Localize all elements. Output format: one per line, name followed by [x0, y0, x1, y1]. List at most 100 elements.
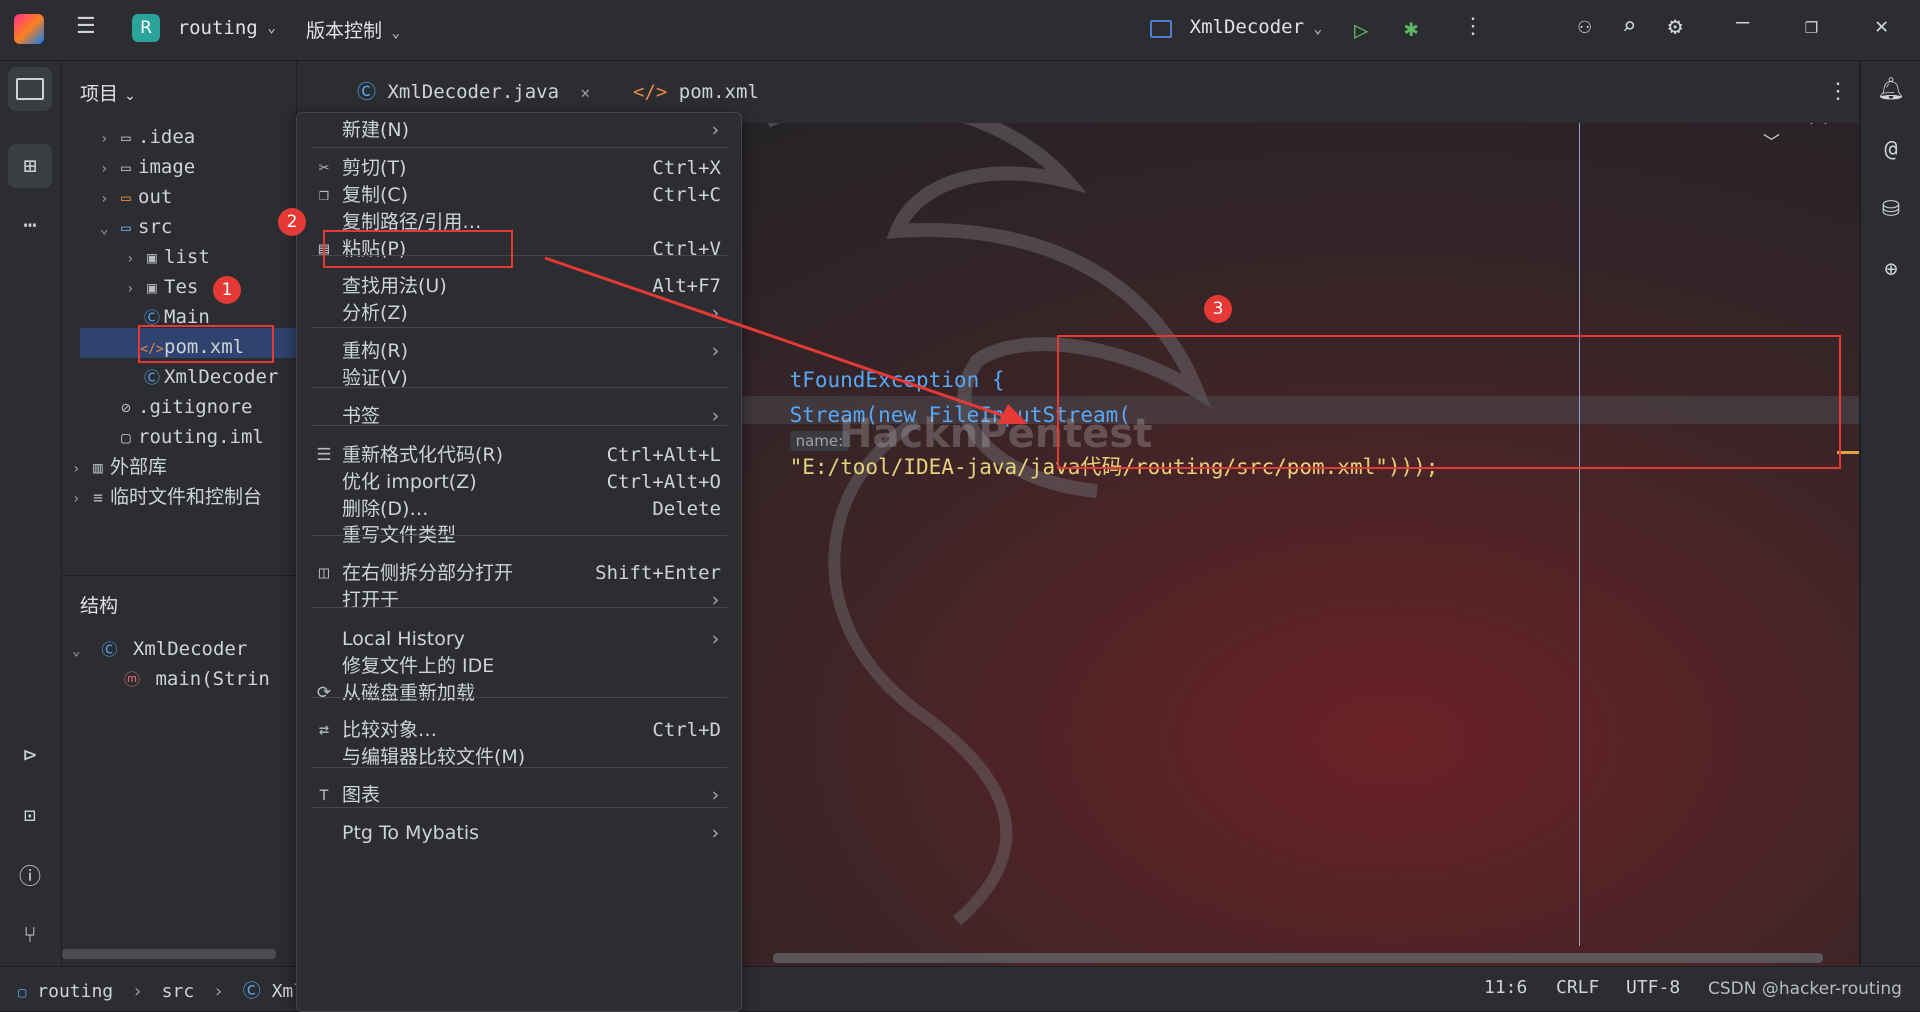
web-button[interactable]: ⊕: [1869, 247, 1913, 291]
menu-item[interactable]: 书签 ›: [307, 400, 731, 433]
run-config-icon: [1150, 19, 1172, 38]
close-icon[interactable]: ✕: [581, 83, 591, 102]
tree-item[interactable]: › ▭ .idea: [100, 122, 195, 152]
menu-separator: [311, 807, 727, 808]
debug-icon[interactable]: ✱: [1404, 14, 1418, 42]
menu-item-icon: ⟳: [316, 683, 332, 703]
tree-item[interactable]: ⌄ ▭ src: [100, 212, 172, 242]
bell-icon: 🔔︎: [1877, 76, 1905, 102]
menu-item-shortcut: Ctrl+V: [652, 238, 721, 260]
main-menu-icon[interactable]: ☰: [76, 14, 96, 39]
project-panel-header[interactable]: 项目 ⌄: [80, 79, 136, 106]
menu-item[interactable]: 与编辑器比较文件(M): [307, 741, 731, 774]
line-separator[interactable]: CRLF: [1556, 977, 1599, 998]
run-icon[interactable]: ▷: [1354, 16, 1368, 44]
right-tool-strip: 🔔︎ @ ⛁ ⊕: [1860, 61, 1920, 966]
horizontal-scrollbar[interactable]: [62, 949, 276, 959]
services-tool-button[interactable]: ⊳: [8, 733, 52, 777]
tree-item[interactable]: ▢ routing.iml: [114, 422, 264, 452]
annotation-box-code-path: [1057, 335, 1841, 469]
package-icon: ▣: [147, 278, 157, 297]
chevron-right-icon: ›: [709, 405, 721, 427]
tree-item[interactable]: Ⓒ XmlDecoder: [140, 362, 278, 392]
run-config-widget[interactable]: XmlDecoder ⌄: [1150, 16, 1322, 38]
tree-item[interactable]: ⊘ .gitignore: [114, 392, 252, 422]
run-config-name: XmlDecoder: [1189, 16, 1305, 38]
project-tool-button[interactable]: [8, 67, 52, 111]
chevron-right-icon[interactable]: ›: [100, 124, 114, 154]
tree-item[interactable]: Ⓒ Main: [140, 302, 210, 332]
tree-item[interactable]: › ▭ out: [100, 182, 172, 212]
git-tool-button[interactable]: ⑂: [8, 913, 52, 957]
menu-item-label: 打开于: [342, 589, 400, 611]
file-encoding[interactable]: UTF-8: [1626, 977, 1680, 998]
notifications-button[interactable]: 🔔︎: [1869, 67, 1913, 111]
close-icon[interactable]: ✕: [1875, 14, 1888, 39]
project-name: routing: [177, 17, 258, 39]
tree-item[interactable]: › ▣ list: [126, 242, 210, 272]
search-icon[interactable]: ⌕: [1622, 12, 1636, 40]
structure-item-class[interactable]: ⌄ Ⓒ XmlDecoder: [72, 634, 247, 664]
problems-tool-button[interactable]: ⓘ: [8, 853, 52, 897]
restore-icon[interactable]: ❐: [1805, 14, 1818, 39]
xml-icon: </>: [633, 81, 668, 103]
more-icon: ⋯: [23, 212, 37, 238]
chevron-right-icon: ›: [709, 822, 721, 844]
ai-assistant-button[interactable]: @: [1869, 127, 1913, 171]
chevron-right-icon[interactable]: ›: [72, 484, 86, 514]
csdn-watermark: CSDN @hacker-routing: [1708, 979, 1902, 999]
menu-separator: [311, 767, 727, 768]
module-icon: ▢: [18, 985, 27, 1001]
menu-item[interactable]: 打开于 ›: [307, 584, 731, 617]
chevron-right-icon[interactable]: ›: [126, 274, 140, 304]
terminal-icon: ⊡: [23, 803, 37, 827]
right-margin-guide: [1579, 101, 1580, 946]
vcs-widget[interactable]: 版本控制 ⌄: [306, 16, 400, 43]
gear-icon[interactable]: ⚙: [1668, 12, 1682, 40]
tree-item[interactable]: </>pom.xml: [140, 332, 244, 362]
chevron-down-icon[interactable]: ⌄: [100, 214, 114, 244]
caret-position[interactable]: 11:6: [1484, 977, 1527, 998]
structure-tool-button[interactable]: ⊞: [8, 144, 52, 188]
menu-separator: [311, 387, 727, 388]
breadcrumb-item[interactable]: src: [162, 981, 195, 1002]
structure-item-label: XmlDecoder: [132, 638, 248, 660]
menu-item[interactable]: Ptg To Mybatis ›: [307, 817, 731, 850]
menu-item-label: 验证(V): [342, 367, 408, 389]
editor-scrollbar-h[interactable]: [773, 953, 1823, 963]
menu-item[interactable]: ⟳ 从磁盘重新加载: [307, 677, 731, 710]
menu-item[interactable]: 新建(N) ›: [307, 114, 731, 147]
project-widget[interactable]: R routing ⌄: [132, 14, 276, 46]
breadcrumb-item[interactable]: routing: [37, 981, 113, 1002]
menu-item[interactable]: 验证(V): [307, 362, 731, 395]
structure-panel-title: 结构: [80, 595, 119, 617]
chevron-right-icon[interactable]: ›: [72, 454, 86, 484]
annotation-badge-2: 2: [278, 208, 306, 236]
database-button[interactable]: ⛁: [1869, 187, 1913, 231]
menu-item-label: 与编辑器比较文件(M): [342, 746, 526, 768]
chevron-down-icon: ⌄: [267, 20, 276, 36]
app-logo-icon[interactable]: [14, 14, 44, 44]
folder-icon: ▭: [121, 188, 131, 207]
chevron-right-icon[interactable]: ›: [126, 244, 140, 274]
tree-item[interactable]: › ≡ 临时文件和控制台: [72, 482, 262, 512]
chevron-right-icon[interactable]: ›: [100, 154, 114, 184]
more-tools-button[interactable]: ⋯: [8, 203, 52, 247]
tree-item-label: XmlDecoder: [164, 366, 279, 388]
add-user-icon[interactable]: ⚇: [1578, 14, 1591, 39]
chevron-right-icon[interactable]: ›: [100, 184, 114, 214]
tab-actions-icon[interactable]: ⋮: [1827, 79, 1849, 104]
tree-item[interactable]: › ▥ 外部库: [72, 452, 167, 482]
menu-item[interactable]: 分析(Z) ›: [307, 297, 731, 330]
tree-item-label: Tes: [164, 276, 199, 298]
tree-item[interactable]: › ▭ image: [100, 152, 195, 182]
structure-item-method[interactable]: ⓜ main(Strin: [120, 664, 270, 694]
minimize-icon[interactable]: –: [1736, 10, 1749, 35]
scratch-icon: ≡: [93, 488, 103, 507]
tab-label: XmlDecoder.java: [387, 81, 560, 103]
tree-item[interactable]: › ▣ Tes: [126, 272, 198, 302]
status-bar: ▢ routing › src › Ⓒ Xml 11:6 CRLF UTF-8 …: [0, 966, 1920, 1011]
terminal-tool-button[interactable]: ⊡: [8, 793, 52, 837]
menu-item-label: 新建(N): [342, 119, 410, 141]
more-actions-icon[interactable]: ⋮: [1462, 14, 1484, 39]
